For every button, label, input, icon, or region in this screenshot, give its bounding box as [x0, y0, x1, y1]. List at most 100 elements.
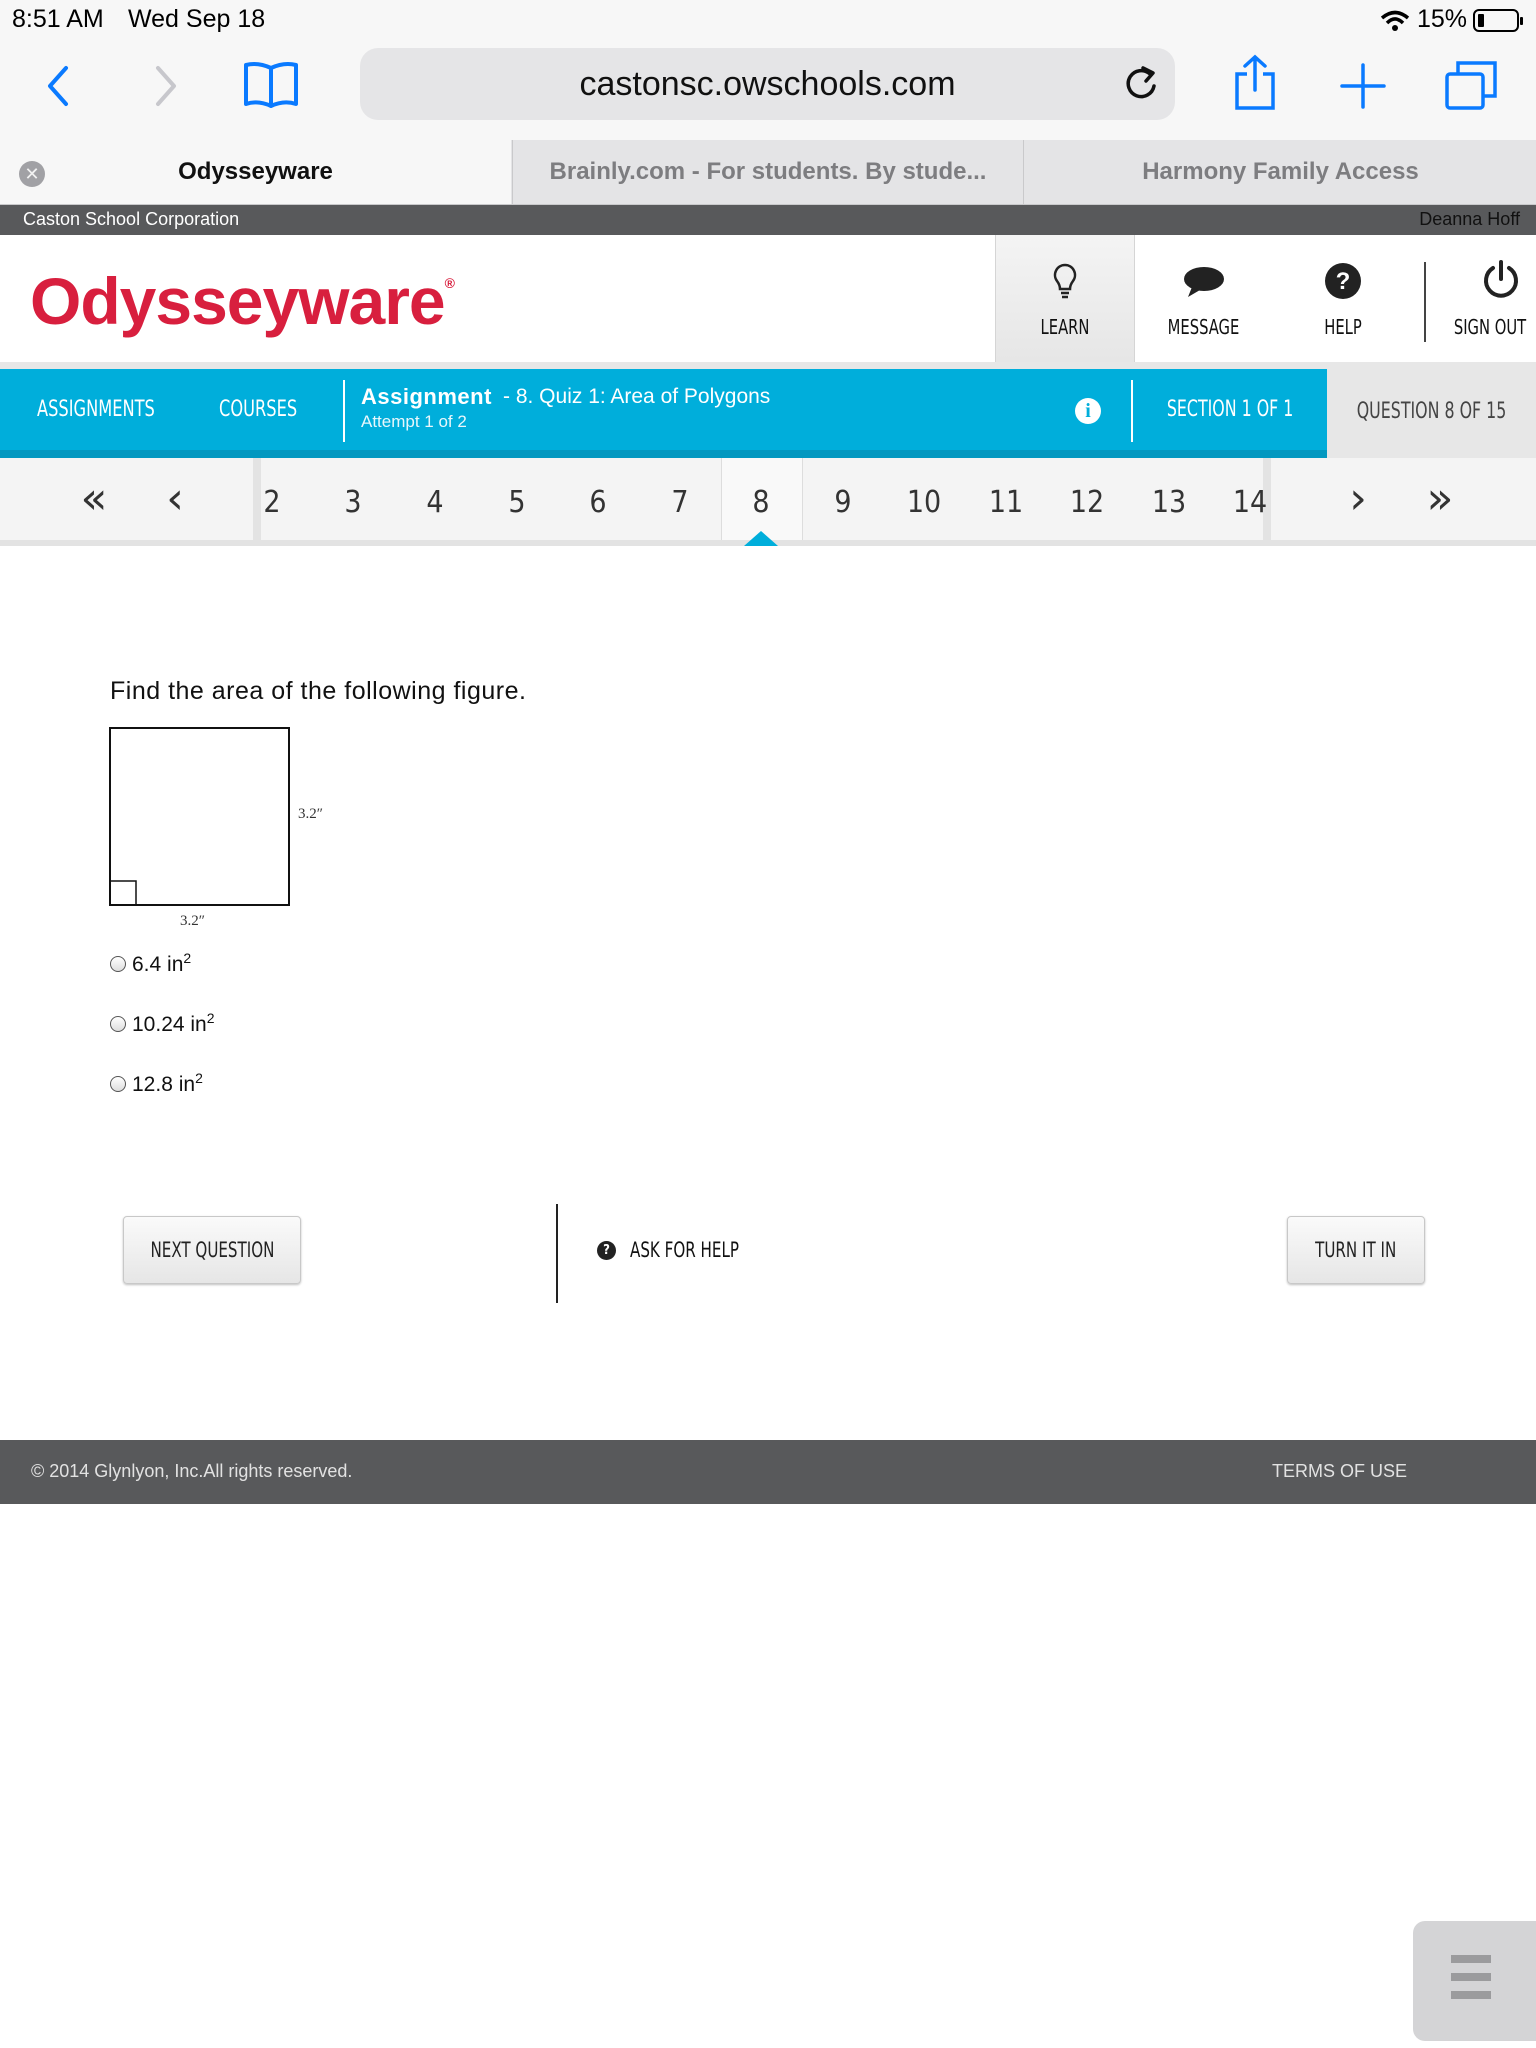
section-indicator: SECTION 1 OF 1 — [1133, 369, 1327, 451]
learn-button[interactable]: LEARN — [995, 235, 1135, 362]
tab-strip: Odysseyware ✕ Brainly.com - For students… — [0, 140, 1536, 205]
pager-question-12[interactable]: 12 — [1057, 458, 1117, 540]
pager-question-10[interactable]: 10 — [894, 458, 954, 540]
first-question-icon[interactable]: « — [64, 458, 124, 540]
option-exponent: 2 — [206, 1010, 215, 1026]
square-outline — [109, 727, 290, 906]
next-question-button[interactable]: NEXT QUESTION — [123, 1216, 301, 1284]
bookmarks-icon[interactable] — [242, 60, 300, 110]
help-icon: ? — [597, 1241, 616, 1260]
side-label-right: 3.2″ — [298, 806, 323, 822]
pager-question-6[interactable]: 6 — [568, 458, 628, 540]
last-question-icon[interactable]: » — [1410, 458, 1470, 540]
turn-it-in-button[interactable]: TURN IT IN — [1287, 1216, 1425, 1284]
previous-question-icon[interactable]: ‹ — [145, 458, 205, 540]
speech-bubble-icon — [1184, 267, 1224, 297]
svg-text:?: ? — [1336, 268, 1351, 295]
pager-question-14[interactable]: 14 — [1220, 458, 1280, 540]
help-icon: ? — [1325, 263, 1361, 299]
current-question-caret — [744, 531, 778, 546]
section-text: SECTION 1 OF 1 — [1166, 397, 1294, 422]
learn-label: LEARN — [1040, 315, 1090, 339]
terms-of-use-link[interactable]: TERMS OF USE — [1272, 1461, 1407, 1482]
status-date: Wed Sep 18 — [128, 5, 266, 33]
option-value: 10.24 in — [132, 1013, 207, 1036]
answer-option[interactable]: 10.24 in2 — [110, 1010, 215, 1037]
action-divider — [556, 1204, 558, 1303]
assignment-label: Assignment — [361, 384, 492, 409]
nav-divider — [343, 380, 345, 442]
pager-question-11[interactable]: 11 — [976, 458, 1036, 540]
attempt-count: Attempt 1 of 2 — [361, 412, 467, 431]
answer-option[interactable]: 6.4 in2 — [110, 950, 191, 977]
header-divider — [1424, 262, 1426, 342]
status-time: 8:51 AM — [12, 5, 104, 33]
odysseyware-logo: Odysseyware® — [30, 263, 455, 339]
school-name: Caston School Corporation — [23, 209, 240, 229]
pager-question-4[interactable]: 4 — [405, 458, 465, 540]
message-label: MESSAGE — [1167, 315, 1240, 339]
url-text: castonsc.owschools.com — [579, 65, 956, 103]
radio-button[interactable] — [110, 1076, 126, 1093]
menu-icon — [1451, 1991, 1491, 1999]
nav-assignments[interactable]: ASSIGNMENTS — [37, 369, 155, 451]
reload-icon[interactable] — [1123, 64, 1159, 104]
pager-question-3[interactable]: 3 — [323, 458, 383, 540]
tab-label: Odysseyware — [178, 158, 333, 185]
message-button[interactable]: MESSAGE — [1134, 235, 1273, 362]
share-icon[interactable] — [1233, 54, 1277, 112]
ask-for-help-link[interactable]: ? ASK FOR HELP — [597, 1238, 766, 1262]
option-exponent: 2 — [195, 1070, 203, 1086]
new-tab-icon[interactable] — [1340, 63, 1386, 109]
logo-text: Odysseyware — [30, 264, 446, 338]
answer-option[interactable]: 12.8 in2 — [110, 1070, 203, 1097]
nav-courses[interactable]: COURSES — [219, 369, 297, 451]
assignment-bar-shadow — [0, 450, 1327, 458]
menu-icon — [1451, 1973, 1491, 1981]
turn-it-in-label: TURN IT IN — [1315, 1238, 1397, 1262]
pager-question-8[interactable]: 8 — [731, 458, 791, 540]
tab-harmony[interactable]: Harmony Family Access — [1023, 140, 1536, 204]
question-prompt: Find the area of the following figure. — [110, 677, 527, 705]
registered-mark: ® — [444, 275, 455, 291]
battery-percent: 15% — [1417, 5, 1468, 33]
address-bar[interactable]: castonsc.owschools.com — [360, 48, 1175, 120]
side-label-bottom: 3.2″ — [180, 913, 205, 929]
back-icon[interactable] — [44, 64, 74, 108]
tab-label: Harmony Family Access — [1142, 158, 1419, 185]
sign-out-label: SIGN OUT — [1453, 315, 1527, 339]
help-label: HELP — [1324, 315, 1362, 339]
close-tab-icon[interactable]: ✕ — [19, 161, 45, 187]
ask-for-help-label: ASK FOR HELP — [630, 1238, 739, 1262]
tab-odysseyware[interactable]: Odysseyware — [0, 140, 511, 204]
menu-icon — [1451, 1955, 1491, 1963]
radio-button[interactable] — [110, 1016, 126, 1033]
option-value: 12.8 in — [132, 1073, 196, 1096]
user-name[interactable]: Deanna Hoff — [1419, 209, 1520, 230]
question-text: QUESTION 8 OF 15 — [1356, 399, 1507, 424]
assignment-name: - 8. Quiz 1: Area of Polygons — [503, 385, 771, 408]
copyright-text: © 2014 Glynlyon, Inc.All rights reserved… — [31, 1461, 353, 1481]
battery-icon — [1473, 9, 1523, 32]
forward-icon[interactable] — [150, 64, 180, 108]
pager-question-5[interactable]: 5 — [487, 458, 547, 540]
next-question-label: NEXT QUESTION — [150, 1238, 274, 1262]
help-button[interactable]: ? HELP — [1273, 235, 1413, 362]
info-icon[interactable]: i — [1075, 398, 1101, 424]
pager-question-9[interactable]: 9 — [813, 458, 873, 540]
question-indicator: QUESTION 8 OF 15 — [1327, 369, 1536, 454]
pager-question-13[interactable]: 13 — [1139, 458, 1199, 540]
sign-out-button[interactable]: SIGN OUT — [1430, 235, 1536, 362]
pager-question-2[interactable]: 2 — [242, 458, 302, 540]
power-icon — [1484, 260, 1518, 298]
option-exponent: 2 — [183, 950, 192, 966]
tab-brainly[interactable]: Brainly.com - For students. By stude... — [512, 140, 1023, 204]
tabs-overview-icon[interactable] — [1444, 60, 1498, 110]
pager-question-7[interactable]: 7 — [650, 458, 710, 540]
next-question-icon[interactable]: › — [1328, 458, 1388, 540]
school-bar: Caston School Corporation Deanna Hoff — [0, 205, 1536, 235]
square-figure: 3.2″ 3.2″ — [109, 727, 323, 929]
tab-label: Brainly.com - For students. By stude... — [549, 158, 987, 185]
radio-button[interactable] — [110, 956, 126, 973]
floating-menu-handle[interactable] — [1413, 1921, 1536, 2041]
